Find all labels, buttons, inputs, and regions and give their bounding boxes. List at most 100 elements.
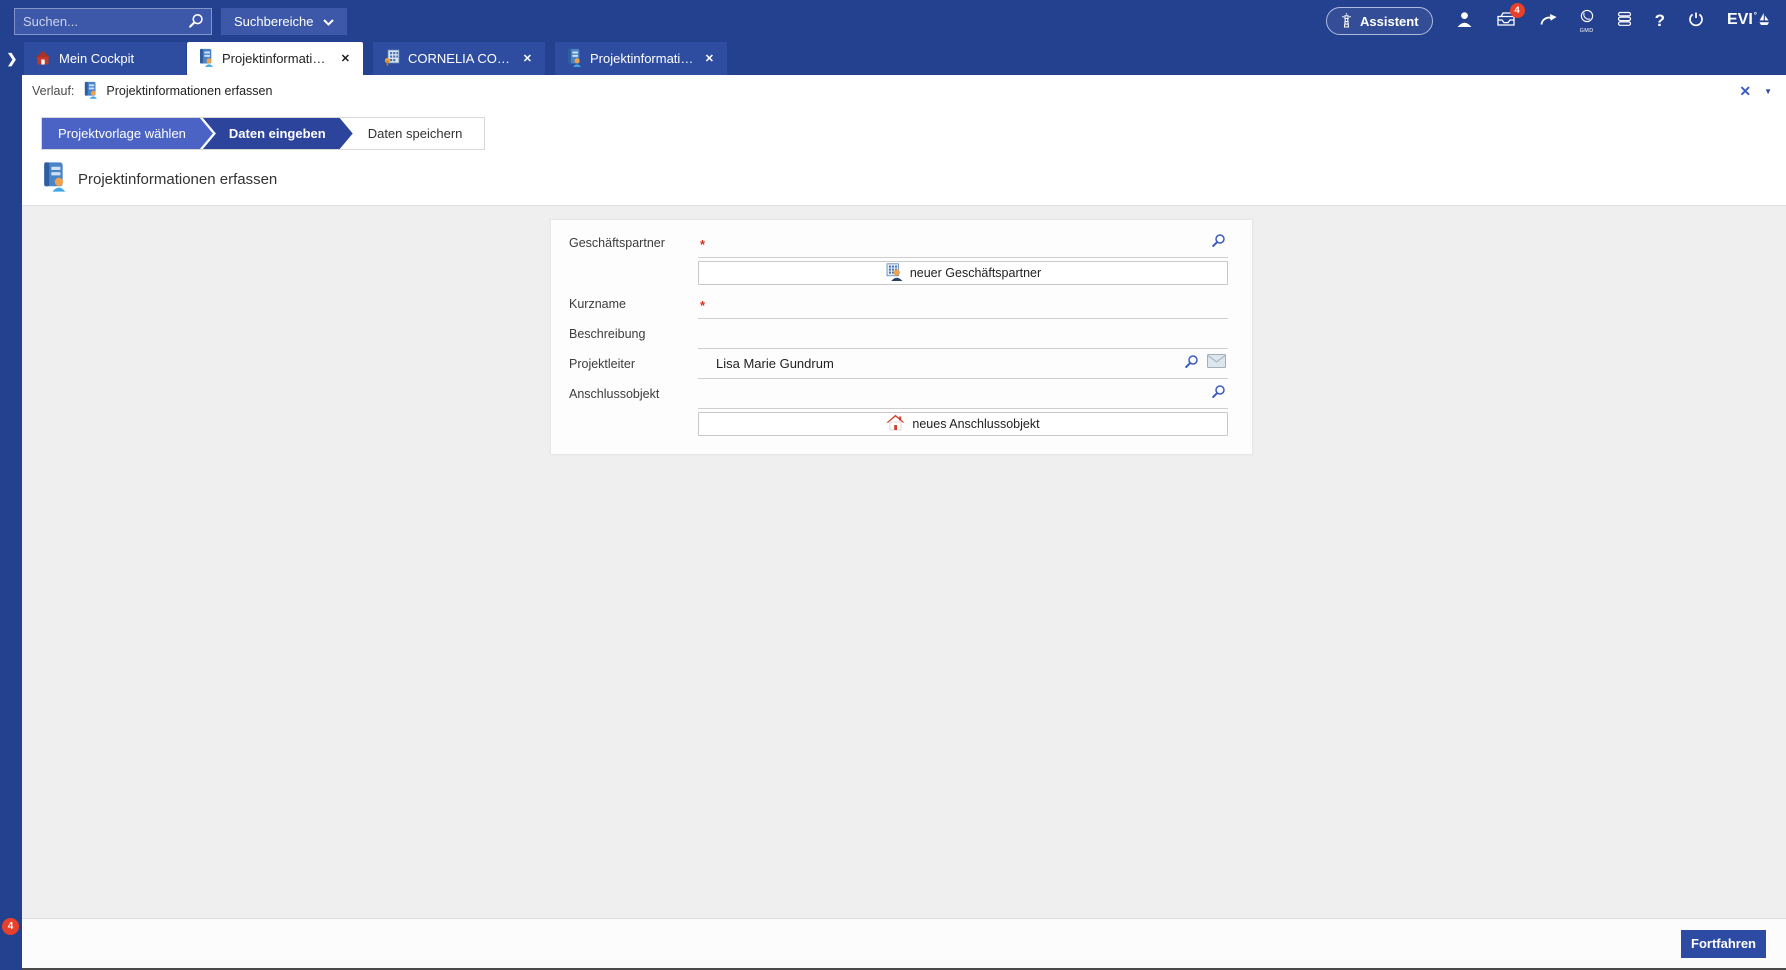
field-label: Geschäftspartner	[569, 236, 665, 250]
top-bar: Suchbereiche Assistent	[0, 0, 1786, 42]
field-label: Kurzname	[569, 297, 626, 311]
search-input[interactable]	[15, 13, 181, 29]
footer-bar: Fortfahren	[22, 918, 1786, 968]
history-bar-actions: ✕ ▼	[1739, 83, 1772, 100]
globe-icon	[1580, 9, 1594, 28]
continue-button[interactable]: Fortfahren	[1681, 929, 1766, 958]
person-building-icon	[885, 262, 903, 284]
field-row-anschlussobjekt: Anschlussobjekt	[569, 379, 1228, 409]
tab-projektinformationen-active[interactable]: Projektinformatione... ✕	[187, 42, 363, 75]
close-icon[interactable]: ✕	[339, 50, 352, 67]
sailboat-icon	[1758, 11, 1770, 32]
page-title-row: Projektinformationen erfassen	[41, 161, 1786, 197]
tab-cornelia-complex[interactable]: CORNELIA COMPLE... ✕	[373, 42, 545, 75]
wizard-step-projektvorlage[interactable]: Projektvorlage wählen	[42, 118, 213, 149]
logo-mark: °	[1753, 10, 1757, 20]
logout-button[interactable]	[1688, 11, 1704, 32]
project-document-icon	[41, 161, 67, 197]
search-lookup-icon[interactable]	[1211, 233, 1226, 253]
project-document-icon	[566, 48, 582, 70]
tab-projektinformationen-2[interactable]: Projektinformatione... ✕	[555, 42, 727, 75]
user-icon	[1456, 11, 1473, 32]
wizard-steps: Projektvorlage wählen Daten eingeben Dat…	[41, 117, 486, 150]
page-title: Projektinformationen erfassen	[78, 170, 278, 188]
required-marker: *	[700, 298, 706, 313]
caret-down-icon[interactable]: ▼	[1764, 87, 1772, 96]
search-scope-label: Suchbereiche	[234, 13, 314, 29]
close-icon[interactable]: ✕	[1739, 83, 1751, 100]
search-icon[interactable]	[181, 13, 211, 29]
step-label: Daten speichern	[367, 126, 463, 141]
beschreibung-input[interactable]	[716, 326, 1226, 341]
field-control: *	[698, 289, 1228, 319]
required-marker: *	[700, 237, 706, 252]
redo-arrow-icon	[1539, 11, 1557, 32]
action-row: neuer Geschäftspartner	[569, 258, 1228, 289]
main-area: Verlauf: Projektinformationen erfassen ✕…	[22, 75, 1786, 970]
chevron-down-icon	[322, 14, 334, 29]
close-icon[interactable]: ✕	[521, 50, 534, 67]
search-lookup-icon[interactable]	[1211, 384, 1226, 404]
field-label: Beschreibung	[569, 327, 646, 341]
home-icon	[35, 50, 51, 68]
left-edge-strip: 4	[0, 75, 22, 970]
body-row: 4 Verlauf: Projektinformationen erfassen…	[0, 75, 1786, 970]
geschaeftspartner-input[interactable]	[716, 235, 1205, 250]
action-row: neues Anschlussobjekt	[569, 409, 1228, 440]
assistant-label: Assistent	[1360, 13, 1419, 29]
redo-button[interactable]	[1539, 11, 1557, 32]
project-document-icon	[83, 81, 98, 102]
building-icon	[384, 49, 400, 69]
step-label: Projektvorlage wählen	[58, 126, 186, 141]
field-row-geschaeftspartner: Geschäftspartner *	[569, 228, 1228, 258]
evi-logo: EVI °	[1727, 11, 1770, 32]
database-stack-icon	[1617, 11, 1632, 32]
history-label: Verlauf:	[32, 84, 75, 98]
tab-scroll-chevron-icon[interactable]: ❯	[0, 42, 24, 75]
field-control: *	[698, 228, 1228, 258]
new-business-partner-button[interactable]: neuer Geschäftspartner	[698, 261, 1228, 285]
history-item[interactable]: Projektinformationen erfassen	[83, 81, 272, 102]
field-label: Anschlussobjekt	[569, 387, 660, 401]
user-profile-button[interactable]	[1456, 11, 1473, 32]
field-row-projektleiter: Projektleiter	[569, 349, 1228, 379]
tab-label: Projektinformatione...	[590, 51, 695, 66]
top-bar-actions: Assistent 4 GMD ? EVI °	[1326, 2, 1770, 35]
button-label: neues Anschlussobjekt	[912, 417, 1040, 431]
form-card: Geschäftspartner * neuer Geschäftspartne…	[550, 219, 1253, 455]
help-button[interactable]: ?	[1655, 11, 1665, 31]
inbox-button[interactable]: 4	[1496, 2, 1525, 32]
email-icon[interactable]	[1207, 354, 1226, 373]
search-scope-dropdown[interactable]: Suchbereiche	[221, 7, 347, 35]
application-window: Suchbereiche Assistent	[0, 0, 1786, 970]
content-area: Geschäftspartner * neuer Geschäftspartne…	[22, 206, 1786, 918]
field-row-kurzname: Kurzname *	[569, 289, 1228, 319]
field-label: Projektleiter	[569, 357, 635, 371]
field-control	[698, 319, 1228, 349]
history-item-label: Projektinformationen erfassen	[106, 84, 273, 98]
step-label: Daten eingeben	[228, 126, 326, 141]
project-document-icon	[198, 48, 214, 70]
projektleiter-input[interactable]	[716, 356, 1178, 371]
global-search[interactable]	[14, 7, 212, 35]
house-icon	[886, 414, 906, 434]
tab-label: Mein Cockpit	[59, 51, 135, 66]
field-control	[698, 379, 1228, 409]
notification-badge[interactable]: 4	[2, 918, 19, 935]
inbox-count-badge: 4	[1509, 2, 1525, 18]
tab-bar: ❯ Mein Cockpit Projektinformatione... ✕ …	[0, 42, 1786, 75]
gmd-globe-button[interactable]: GMD	[1580, 9, 1594, 34]
wizard-step-daten-speichern[interactable]: Daten speichern	[342, 118, 485, 149]
kurzname-input[interactable]	[716, 296, 1226, 311]
search-lookup-icon[interactable]	[1184, 354, 1199, 374]
close-icon[interactable]: ✕	[703, 50, 716, 67]
wizard-step-daten-eingeben[interactable]: Daten eingeben	[203, 118, 353, 149]
anschlussobjekt-input[interactable]	[716, 386, 1205, 401]
tab-mein-cockpit[interactable]: Mein Cockpit	[24, 42, 186, 75]
database-button[interactable]	[1617, 11, 1632, 32]
new-connection-object-button[interactable]: neues Anschlussobjekt	[698, 412, 1228, 436]
button-label: neuer Geschäftspartner	[909, 266, 1042, 280]
assistant-button[interactable]: Assistent	[1326, 7, 1433, 35]
history-bar: Verlauf: Projektinformationen erfassen ✕…	[22, 75, 1786, 107]
globe-label: GMD	[1579, 27, 1594, 34]
